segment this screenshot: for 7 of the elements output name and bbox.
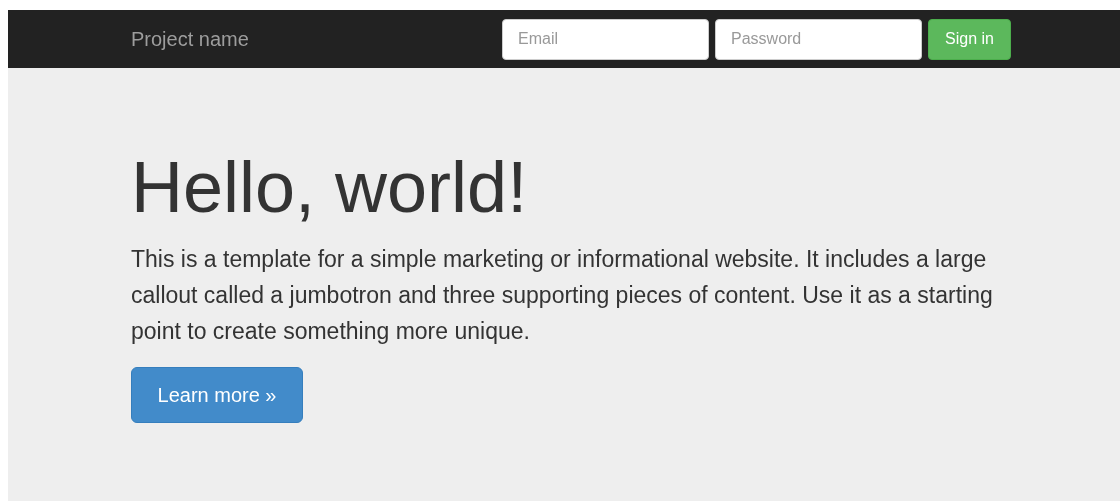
- sign-in-button[interactable]: Sign in: [928, 18, 1011, 60]
- learn-more-button[interactable]: Learn more »: [131, 367, 303, 424]
- password-field[interactable]: Password: [715, 18, 922, 60]
- email-field[interactable]: Email: [502, 18, 709, 60]
- brand-link[interactable]: Project name: [131, 24, 502, 54]
- heading: Hello, world!: [131, 148, 528, 228]
- intro-paragraph: This is a template for a simple marketing or informational website. It includes a large callout called a jumbotron and three supporting pieces of content. Use it as a starting point to create something more unique.: [131, 245, 994, 347]
